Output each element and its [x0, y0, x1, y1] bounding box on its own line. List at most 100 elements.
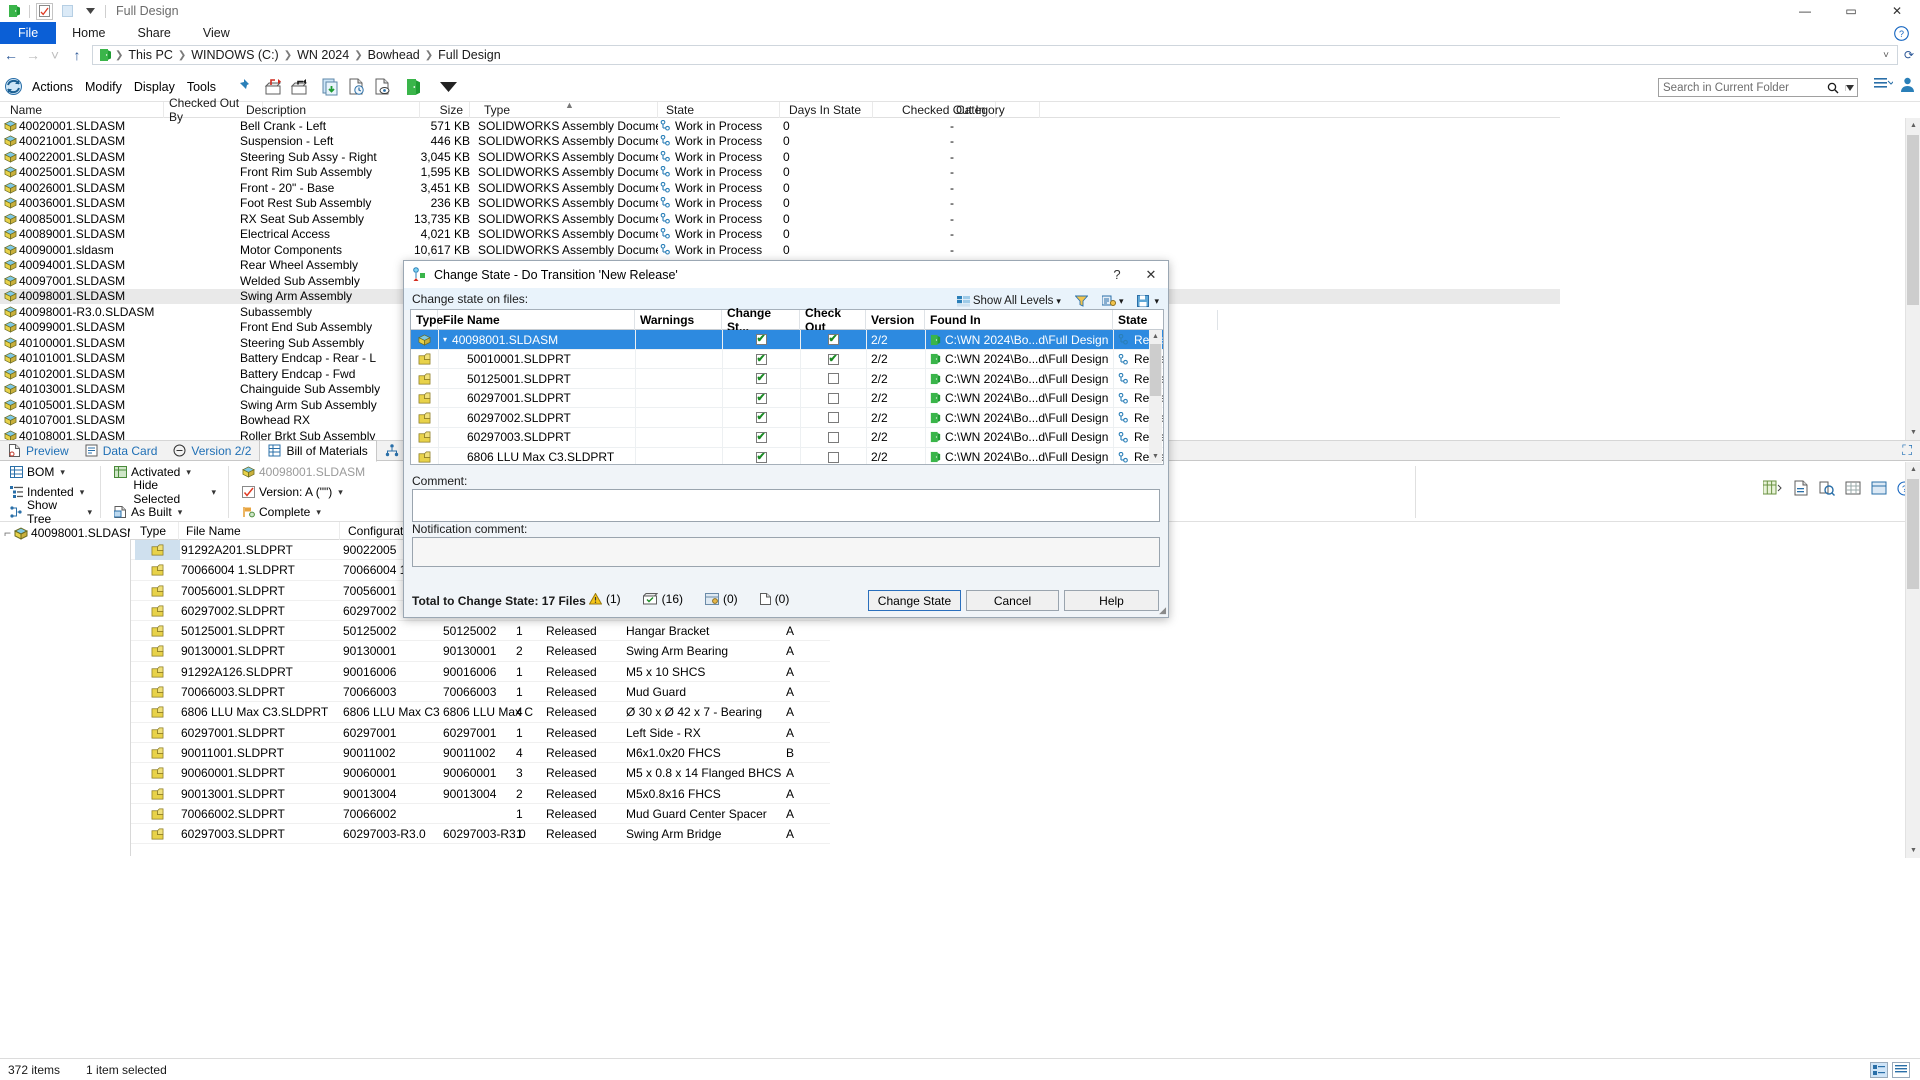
- user-icon[interactable]: [1899, 76, 1916, 93]
- breadcrumb[interactable]: ❯ This PC ❯ WINDOWS (C:) ❯ WN 2024 ❯ Bow…: [92, 45, 1898, 65]
- get-version-icon[interactable]: [344, 75, 368, 99]
- bom-scroll-down-arrow[interactable]: ▼: [1906, 843, 1920, 858]
- file-list-row[interactable]: 40020001.SLDASM Bell Crank - Left 571 KB SO…: [0, 118, 1560, 134]
- change-state-checkbox[interactable]: [755, 371, 767, 385]
- bom-table-row[interactable]: 70066003.SLDPRT 70066003 70066003 1 Released…: [131, 682, 830, 703]
- detail-tab-bill-of-materials[interactable]: Bill of Materials: [259, 439, 377, 462]
- chevron-down-icon[interactable]: ▾: [60, 467, 65, 478]
- forward-button[interactable]: →: [22, 44, 44, 66]
- report-icon[interactable]: [1793, 480, 1809, 496]
- search-input[interactable]: Search in Current Folder: [1658, 78, 1858, 97]
- file-list-column-description[interactable]: Description: [240, 102, 420, 118]
- dialog-grid-row[interactable]: 60297002.SLDPRT 2/2 C:\WN 2024\Bo...d\Full…: [411, 408, 1163, 428]
- menu-tools[interactable]: Tools: [181, 80, 222, 94]
- bom-toolbar-item-bom[interactable]: BOM ▾: [6, 462, 96, 482]
- dialog-column-found_in[interactable]: Found In: [925, 310, 1113, 330]
- chevron-down-icon[interactable]: ▾: [211, 487, 216, 498]
- bom-table-row[interactable]: 6806 LLU Max C3.SLDPRT 6806 LLU Max C3 680…: [131, 702, 830, 723]
- dialog-grid-row[interactable]: 50125001.SLDPRT 2/2 C:\WN 2024\Bo...d\Full…: [411, 369, 1163, 389]
- check-out-checkbox[interactable]: [827, 451, 839, 463]
- dialog-resize-grip[interactable]: ◢: [1159, 605, 1166, 616]
- file-list-row[interactable]: 40036001.SLDASM Foot Rest Sub Assembly 236…: [0, 196, 1560, 212]
- dialog-column-change_state[interactable]: Change St...: [722, 306, 800, 334]
- show-all-levels-button[interactable]: Show All Levels ▾: [954, 294, 1064, 308]
- bom-scrollbar[interactable]: ▲ ▼: [1905, 462, 1920, 858]
- breadcrumb-dropdown-icon[interactable]: ˅: [1883, 50, 1889, 61]
- file-list-column-state[interactable]: State: [660, 102, 780, 118]
- breadcrumb-item-this-pc[interactable]: This PC: [124, 48, 176, 62]
- dialog-scroll-up-arrow[interactable]: ▲: [1149, 330, 1162, 343]
- scroll-down-arrow[interactable]: ▼: [1906, 425, 1920, 440]
- dialog-close-button[interactable]: ✕: [1134, 261, 1168, 288]
- change-state-button[interactable]: Change State: [868, 590, 961, 611]
- file-list-row[interactable]: 40025001.SLDASM Front Rim Sub Assembly 1,5…: [0, 165, 1560, 181]
- file-list-column-size[interactable]: Size: [400, 102, 470, 118]
- change-state-checkbox[interactable]: [755, 352, 767, 365]
- bom-scroll-up-arrow[interactable]: ▲: [1906, 462, 1920, 477]
- dialog-grid-scrollbar[interactable]: ▲ ▼: [1149, 330, 1162, 463]
- check-out-checkbox[interactable]: [827, 392, 839, 404]
- recent-locations-button[interactable]: ˅: [44, 44, 66, 66]
- dialog-grid-row[interactable]: 60297001.SLDPRT 2/2 C:\WN 2024\Bo...d\Full…: [411, 388, 1163, 409]
- help-icon[interactable]: ?: [1890, 22, 1912, 44]
- chevron-down-icon[interactable]: ▾: [87, 507, 92, 518]
- compare-icon[interactable]: [1819, 480, 1835, 496]
- refresh-button[interactable]: ⟳: [1898, 44, 1920, 66]
- up-button[interactable]: ↑: [66, 44, 88, 66]
- file-list-scroll-thumb[interactable]: [1907, 135, 1919, 305]
- change-state-dialog[interactable]: Change State - Do Transition 'New Releas…: [403, 260, 1218, 618]
- tab-share[interactable]: Share: [122, 22, 187, 44]
- funnel-icon[interactable]: [1072, 294, 1091, 308]
- file-list-column-category[interactable]: Category: [950, 102, 1040, 118]
- comment-input[interactable]: [412, 489, 1160, 522]
- bom-table-row[interactable]: 90011001.SLDPRT 90011002 90011002 4 Released…: [131, 743, 830, 764]
- chevron-down-icon[interactable]: ▾: [338, 487, 343, 498]
- bom-tree[interactable]: ⌐ 40098001.SLDASM: [0, 522, 137, 862]
- dialog-file-grid[interactable]: Type File Name Warnings Change St... Check O…: [410, 306, 1218, 465]
- file-list-column-name[interactable]: Name: [4, 102, 164, 118]
- menu-display[interactable]: Display: [128, 80, 181, 94]
- maximize-button[interactable]: ▭: [1828, 0, 1874, 22]
- bom-table-row[interactable]: 60297003.SLDPRT 60297003-R3.0 60297003-R3.…: [131, 824, 830, 845]
- bom-table-row[interactable]: 90060001.SLDPRT 90060001 90060001 3 Released…: [131, 763, 830, 784]
- bom-table-row[interactable]: 91292A126.SLDPRT 90016006 90016006 1 Release…: [131, 662, 830, 683]
- settings-caret-icon[interactable]: ▾: [1119, 296, 1124, 307]
- bom-table-row[interactable]: 70066002.SLDPRT 70066002 1 Released Mud Guar…: [131, 804, 830, 825]
- folder-icon[interactable]: [6, 3, 23, 20]
- chevron-down-icon[interactable]: ▾: [80, 487, 85, 498]
- bom-table-row[interactable]: 90130001.SLDPRT 90130001 90130001 2 Released…: [131, 641, 830, 662]
- cancel-button[interactable]: Cancel: [966, 590, 1059, 611]
- bom-table-row[interactable]: 60297001.SLDPRT 60297001 60297001 1 Released…: [131, 723, 830, 743]
- chevron-down-icon[interactable]: ▾: [316, 507, 321, 518]
- bom-toolbar-item-show-tree[interactable]: Show Tree ▾: [6, 498, 96, 526]
- dialog-grid-row[interactable]: ▾ 40098001.SLDASM 2/2 C:\WN 2024\Bo...d\Ful…: [411, 330, 1163, 350]
- change-state-checkbox[interactable]: [755, 332, 767, 345]
- export-icon[interactable]: [1763, 480, 1783, 496]
- bom-column-type[interactable]: Type: [134, 522, 179, 540]
- blank-doc-icon[interactable]: [59, 3, 76, 20]
- save-button[interactable]: ▾: [1134, 294, 1162, 308]
- menu-actions[interactable]: Actions: [26, 80, 79, 94]
- dialog-column-check_out[interactable]: Check Out: [800, 306, 866, 334]
- scroll-up-arrow[interactable]: ▲: [1906, 118, 1920, 133]
- dialog-column-version[interactable]: Version: [866, 310, 925, 330]
- breadcrumb-item-wn-2024[interactable]: WN 2024: [293, 48, 353, 62]
- change-state-icon[interactable]: [401, 75, 425, 99]
- file-list-row[interactable]: 40022001.SLDASM Steering Sub Assy - Right…: [0, 149, 1560, 165]
- check-out-checkbox[interactable]: [827, 352, 839, 365]
- change-state-checkbox[interactable]: [755, 410, 767, 424]
- breadcrumb-item-bowhead[interactable]: Bowhead: [364, 48, 424, 62]
- back-button[interactable]: ←: [0, 44, 22, 66]
- dialog-grid-body[interactable]: ▾ 40098001.SLDASM 2/2 C:\WN 2024\Bo...d\Ful…: [411, 330, 1163, 464]
- breadcrumb-item-full-design[interactable]: Full Design: [434, 48, 505, 62]
- dialog-column-warnings[interactable]: Warnings: [635, 310, 722, 330]
- view-file-icon[interactable]: [370, 75, 394, 99]
- details-view-icon[interactable]: [1870, 1061, 1888, 1078]
- check-out-checkbox[interactable]: [827, 332, 839, 345]
- dialog-grid-row[interactable]: 50010001.SLDPRT 2/2 C:\WN 2024\Bo...d\Full…: [411, 349, 1163, 370]
- check-out-icon[interactable]: [261, 75, 285, 99]
- file-list-row[interactable]: 40026001.SLDASM Front - 20" - Base 3,451 K…: [0, 180, 1560, 196]
- file-list-scrollbar[interactable]: ▲ ▼: [1905, 118, 1920, 440]
- dialog-grid-row[interactable]: 60297003.SLDPRT 2/2 C:\WN 2024\Bo...d\Full…: [411, 427, 1163, 448]
- expander-icon[interactable]: ▾: [443, 335, 447, 344]
